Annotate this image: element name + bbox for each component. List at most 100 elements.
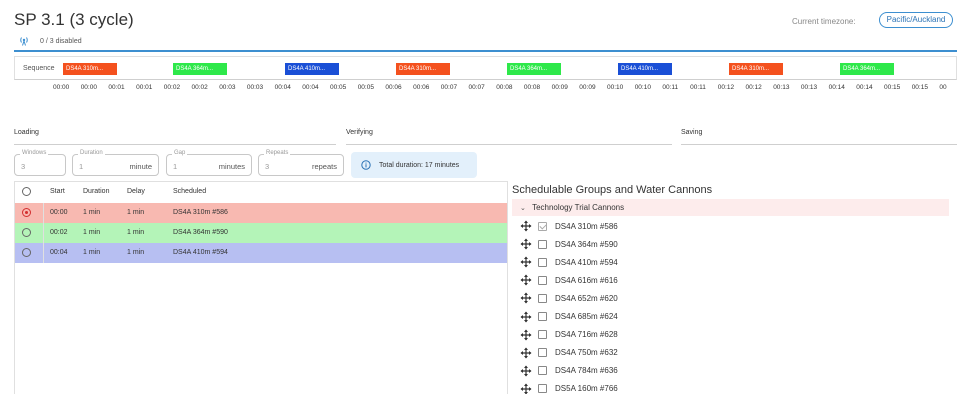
header-divider xyxy=(14,50,957,52)
move-handle-icon[interactable] xyxy=(520,256,532,268)
table-row[interactable]: 00:00 1 min 1 min DS4A 310m #586 xyxy=(15,203,507,223)
time-tick: 00:09 xyxy=(579,84,596,91)
cannon-item[interactable]: DS4A 784m #636 xyxy=(520,363,618,379)
cannon-checkbox[interactable] xyxy=(538,293,547,303)
time-tick: 00:13 xyxy=(773,84,790,91)
sequence-timeline: Sequence DS4A 310m... DS4A 364m... DS4A 41… xyxy=(14,56,957,80)
disabled-count: 0 / 3 disabled xyxy=(40,37,82,45)
cannon-checkbox[interactable] xyxy=(538,366,547,376)
sequence-block[interactable]: DS4A 410m... xyxy=(285,63,339,75)
time-tick: 00:15 xyxy=(884,84,901,91)
table-row[interactable]: 00:04 1 min 1 min DS4A 410m #594 xyxy=(15,243,507,263)
cell-duration: 1 min xyxy=(83,229,101,236)
section-verifying: Verifying xyxy=(346,129,373,136)
time-tick: 00:05 xyxy=(330,84,347,91)
cannon-label: DS4A 616m #616 xyxy=(555,275,618,285)
table-row[interactable]: 00:02 1 min 1 min DS4A 364m #590 xyxy=(15,223,507,243)
time-tick: 00:08 xyxy=(523,84,541,91)
page-title: SP 3.1 (3 cycle) xyxy=(14,10,134,29)
sequence-block[interactable]: DS4A 310m... xyxy=(63,63,117,75)
windows-field[interactable]: Windows 3 xyxy=(14,150,66,176)
cell-duration: 1 min xyxy=(83,249,101,256)
cannon-label: DS4A 310m #586 xyxy=(555,221,618,231)
time-tick: 00:01 xyxy=(136,84,153,91)
sequence-block[interactable]: DS4A 310m... xyxy=(729,63,783,75)
select-all-radio[interactable] xyxy=(22,187,31,196)
repeats-field[interactable]: Repeats 3 repeats xyxy=(258,150,344,176)
group-technology-trial[interactable]: ⌄ Technology Trial Cannons xyxy=(512,199,949,216)
cannon-item[interactable]: DS4A 685m #624 xyxy=(520,309,618,325)
duration-field[interactable]: Duration 1 minute xyxy=(72,150,159,176)
time-tick: 00:04 xyxy=(302,84,319,91)
table-header: Start Duration Delay Scheduled xyxy=(15,182,507,202)
time-tick: 00:08 xyxy=(496,84,513,91)
time-tick: 00:04 xyxy=(274,84,291,91)
cannon-item[interactable]: DS5A 160m #766 xyxy=(520,381,618,394)
cell-duration: 1 min xyxy=(83,209,101,216)
cannon-checkbox[interactable] xyxy=(538,348,547,358)
move-handle-icon[interactable] xyxy=(520,220,532,232)
move-handle-icon[interactable] xyxy=(520,383,532,394)
time-tick: 00:06 xyxy=(385,84,402,91)
row-radio[interactable] xyxy=(22,208,31,217)
cannon-checkbox[interactable] xyxy=(538,330,547,340)
cannon-item[interactable]: DS4A 410m #594 xyxy=(520,254,618,270)
total-duration-chip: Total duration: 17 minutes xyxy=(351,152,477,178)
chevron-down-icon: ⌄ xyxy=(520,205,526,212)
time-tick: 00:07 xyxy=(440,84,458,91)
move-handle-icon[interactable] xyxy=(520,238,532,250)
cannon-item[interactable]: DS4A 310m #586 xyxy=(520,218,618,234)
cannon-label: DS4A 716m #628 xyxy=(555,330,618,340)
sequence-block[interactable]: DS4A 410m... xyxy=(618,63,672,75)
cannon-checkbox[interactable] xyxy=(538,312,547,321)
cannon-item[interactable]: DS4A 364m #590 xyxy=(520,236,618,252)
gap-field[interactable]: Gap 1 minutes xyxy=(166,150,252,176)
cannon-checkbox[interactable] xyxy=(538,221,547,231)
cell-scheduled: DS4A 410m #594 xyxy=(173,249,228,256)
time-tick: 00:14 xyxy=(828,84,845,91)
section-saving: Saving xyxy=(681,129,703,136)
move-handle-icon[interactable] xyxy=(520,329,532,341)
move-handle-icon[interactable] xyxy=(520,292,532,304)
time-tick: 00 xyxy=(939,84,947,91)
cell-start: 00:00 xyxy=(50,209,68,216)
cannon-item[interactable]: DS4A 716m #628 xyxy=(520,327,618,343)
sequence-block[interactable]: DS4A 364m... xyxy=(840,63,894,75)
cannon-checkbox[interactable] xyxy=(538,239,547,249)
move-handle-icon[interactable] xyxy=(520,347,532,359)
cannon-checkbox[interactable] xyxy=(538,257,547,267)
cannon-label: DS4A 750m #632 xyxy=(555,348,618,358)
cannon-item[interactable]: DS4A 750m #632 xyxy=(520,345,618,361)
time-tick: 00:00 xyxy=(53,84,70,91)
time-tick: 00:15 xyxy=(911,84,928,91)
cell-delay: 1 min xyxy=(127,209,145,216)
saving-line xyxy=(681,144,957,145)
sequence-block[interactable]: DS4A 310m... xyxy=(396,63,450,75)
time-tick: 00:12 xyxy=(717,84,735,91)
timezone-chip[interactable]: Pacific/Auckland xyxy=(879,12,953,28)
cannon-label: DS4A 364m #590 xyxy=(555,239,618,249)
time-tick: 00:11 xyxy=(690,84,706,91)
time-tick: 00:10 xyxy=(634,84,651,91)
time-tick: 00:05 xyxy=(357,84,374,91)
time-tick: 00:12 xyxy=(745,84,762,91)
cell-scheduled: DS4A 310m #586 xyxy=(173,209,228,216)
move-handle-icon[interactable] xyxy=(520,365,532,377)
row-radio[interactable] xyxy=(22,228,31,237)
verifying-line xyxy=(346,144,672,145)
cell-start: 00:02 xyxy=(50,229,68,236)
cannon-item[interactable]: DS4A 616m #616 xyxy=(520,272,618,288)
section-loading: Loading xyxy=(14,129,39,136)
move-handle-icon[interactable] xyxy=(520,274,532,286)
cannon-item[interactable]: DS4A 652m #620 xyxy=(520,290,618,306)
sequence-block[interactable]: DS4A 364m... xyxy=(173,63,227,75)
cannon-label: DS4A 652m #620 xyxy=(555,293,618,303)
cannon-checkbox[interactable] xyxy=(538,275,547,285)
move-handle-icon[interactable] xyxy=(520,311,532,323)
row-radio[interactable] xyxy=(22,248,31,257)
info-icon xyxy=(361,160,371,170)
row-divider xyxy=(43,243,44,263)
cannon-checkbox[interactable] xyxy=(538,384,547,394)
sequence-block[interactable]: DS4A 364m... xyxy=(507,63,561,75)
time-tick: 00:10 xyxy=(607,84,624,91)
